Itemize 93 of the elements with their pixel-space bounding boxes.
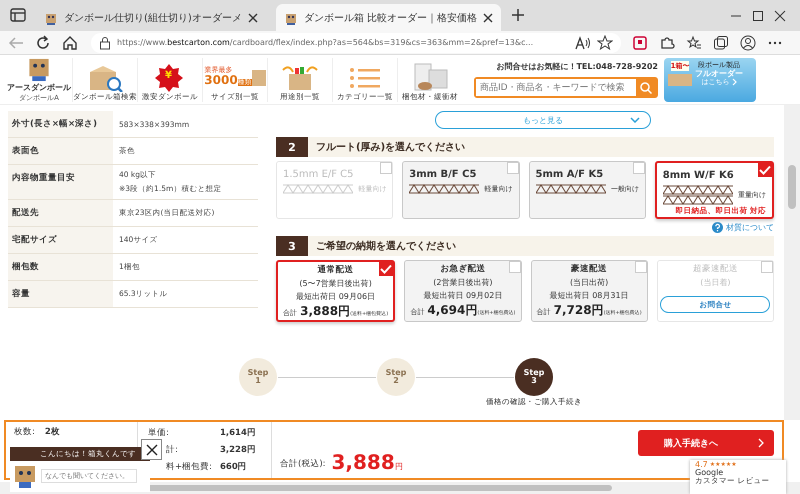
profile-icon[interactable] bbox=[740, 34, 756, 50]
chevron-down-icon bbox=[630, 117, 640, 123]
delivery-timing: (当日出荷) bbox=[570, 277, 608, 288]
url-text: https://www.bestcarton.com/cardboard/flex/index.php?as=564&bs=319&cs=363&mm=2&pref=13&c... bbox=[117, 38, 534, 47]
price-value: 3,228円 bbox=[220, 444, 256, 456]
maximize-icon[interactable] bbox=[752, 10, 764, 22]
delivery-name: 豪速配送 bbox=[571, 263, 608, 275]
check-icon bbox=[759, 165, 771, 175]
lock-icon bbox=[99, 36, 111, 50]
tab-actions-icon[interactable] bbox=[10, 8, 26, 22]
chevron-right-icon bbox=[732, 78, 736, 86]
section-title: ご希望の納期を選んでください bbox=[316, 240, 456, 253]
close-icon[interactable] bbox=[774, 10, 786, 22]
corrugation-drawing bbox=[536, 184, 606, 194]
shield-icon[interactable] bbox=[632, 34, 648, 50]
logo-text: アースダンボール bbox=[7, 82, 71, 92]
chevron-right-icon bbox=[758, 438, 764, 448]
read-aloud-icon[interactable] bbox=[575, 36, 591, 50]
price: 3,888円 bbox=[300, 303, 350, 320]
spec-label: 梱包数 bbox=[8, 254, 113, 280]
section-number: 3 bbox=[276, 236, 308, 256]
price-value: 660円 bbox=[220, 461, 247, 474]
corrugation-drawing bbox=[283, 184, 353, 194]
quantity-value: 2枚 bbox=[44, 426, 60, 438]
delivery-timing: (5〜7営業日後出荷) bbox=[299, 278, 372, 289]
price: 4,694円 bbox=[427, 302, 478, 319]
flute-name: 5mm A/F K5 bbox=[536, 169, 604, 180]
corrugation-drawing bbox=[662, 185, 733, 205]
ship-date: 最短出荷日 08月31日 bbox=[550, 290, 629, 301]
mascot-box-icon bbox=[12, 463, 38, 489]
scrollbar[interactable] bbox=[784, 105, 800, 420]
collections-icon[interactable] bbox=[713, 34, 729, 50]
new-tab-icon[interactable] bbox=[511, 8, 525, 22]
tab-title: ダンボール仕切り(組仕切り)オーダーメ bbox=[64, 12, 242, 24]
checkbox[interactable] bbox=[379, 262, 394, 276]
ship-date: 最短出荷日 09月06日 bbox=[296, 291, 376, 302]
price-value: 1,614円 bbox=[220, 426, 256, 439]
close-icon[interactable] bbox=[483, 12, 493, 22]
browser-tab[interactable]: ダンボール仕切り(組仕切り)オーダーメ bbox=[36, 4, 266, 31]
check-icon bbox=[380, 264, 392, 274]
flute-name: 1.5mm E/F C5 bbox=[283, 169, 355, 180]
price-label: 計: bbox=[166, 444, 179, 456]
search-icon bbox=[640, 82, 652, 94]
spec-label: 表面色 bbox=[8, 138, 113, 164]
help-icon bbox=[712, 222, 723, 233]
delivery-name: 通常配送 bbox=[318, 264, 354, 276]
banner-title: フルオーダー bbox=[695, 68, 743, 78]
flute-name: 3mm B/F C5 bbox=[409, 169, 478, 180]
badge-number: 3000 bbox=[204, 74, 238, 86]
price-label: 単価: bbox=[148, 426, 170, 439]
spec-label: 宅配サイズ bbox=[8, 227, 113, 253]
close-icon[interactable] bbox=[248, 12, 258, 22]
address-field[interactable]: https://www.bestcarton.com/cardboard/flex/index.php?as=564&bs=319&cs=363&mm=2&pref=13&c... bbox=[91, 32, 621, 52]
favorites-icon[interactable] bbox=[686, 34, 702, 50]
step-circle: Step 1 bbox=[239, 358, 277, 396]
delivery-name: 超豪速配送 bbox=[692, 263, 738, 275]
purchase-button[interactable]: 購入手続きへ bbox=[638, 430, 774, 456]
step-circle: Step 3 bbox=[515, 358, 553, 396]
home-icon[interactable] bbox=[62, 34, 78, 50]
rating-value: 4.7 bbox=[695, 461, 708, 469]
quantity-label: 枚数: bbox=[14, 426, 35, 438]
total-label: 合計(税込): bbox=[280, 458, 326, 470]
delivery-timing: (当日着) bbox=[700, 277, 730, 288]
tab-title: ダンボール箱 比較オーダー｜格安価格 bbox=[304, 12, 477, 24]
spec-label: 内容物重量目安 bbox=[8, 165, 113, 199]
spec-label: 配送先 bbox=[8, 200, 113, 226]
flute-name: 8mm W/F K6 bbox=[662, 170, 735, 181]
total-amount: 3,888 bbox=[332, 452, 395, 472]
delivery-timing: (2営業日後出荷) bbox=[433, 277, 493, 288]
price-label: 料+梱包費: bbox=[166, 461, 213, 474]
puzzle-icon[interactable] bbox=[659, 34, 675, 50]
currency-unit: 円 bbox=[394, 461, 403, 472]
close-icon bbox=[146, 444, 158, 456]
step-circle: Step 2 bbox=[377, 358, 415, 396]
box-icon bbox=[252, 68, 266, 86]
delivery-name: お急ぎ配送 bbox=[440, 263, 486, 275]
ship-date: 最短出荷日 09月02日 bbox=[423, 290, 502, 301]
contact-text: お問合せはお気軽に！TEL:048-728-9202 bbox=[496, 61, 658, 72]
corrugation-drawing bbox=[409, 184, 480, 194]
favorite-add-icon[interactable] bbox=[597, 34, 613, 50]
spec-label: 容量 bbox=[8, 281, 113, 307]
material-link[interactable]: 材質について bbox=[712, 222, 774, 233]
checkbox[interactable] bbox=[758, 163, 772, 177]
yen-mark: ¥ bbox=[165, 70, 172, 80]
search-field[interactable]: 商品ID・商品名・キーワードで検索 bbox=[474, 77, 658, 98]
spec-label: 外寸(長さ×幅×深さ) bbox=[8, 111, 113, 137]
close-button[interactable] bbox=[141, 439, 162, 460]
reload-icon[interactable] bbox=[35, 34, 51, 50]
price: 7,728円 bbox=[554, 302, 604, 319]
section-title: フルート(厚み)を選んでください bbox=[316, 140, 466, 154]
review-brand: Google bbox=[695, 469, 724, 478]
browser-tab[interactable]: ダンボール箱 比較オーダー｜格安価格 bbox=[276, 4, 501, 31]
section-number: 2 bbox=[276, 137, 308, 157]
